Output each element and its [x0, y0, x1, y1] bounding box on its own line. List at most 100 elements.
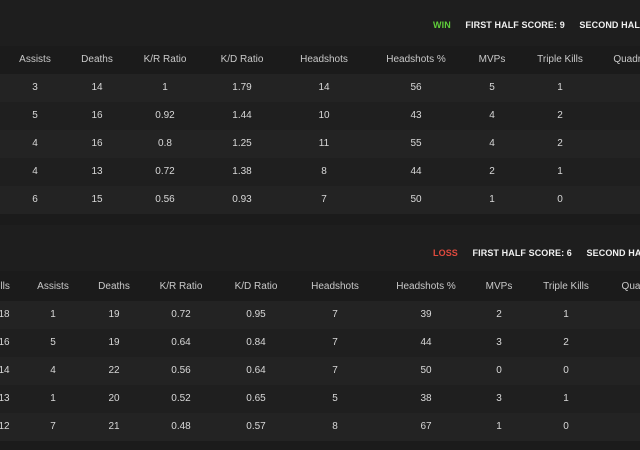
table-row[interactable]: 13 1 20 0.52 0.65 5 38 3 1: [0, 385, 640, 413]
cell-deaths: 19: [108, 309, 120, 320]
col-quadro-kills[interactable]: Qua: [622, 273, 640, 301]
col-headshots-pct[interactable]: Headshots %: [396, 273, 455, 301]
col-deaths[interactable]: Deaths: [98, 273, 130, 301]
col-mvps[interactable]: MVPs: [486, 273, 513, 301]
cell-headshots-pct: 67: [420, 421, 432, 432]
col-kills[interactable]: ills: [0, 273, 10, 301]
cell-mvps: 3: [496, 393, 502, 404]
cell-assists: 4: [32, 138, 38, 149]
table-row[interactable]: 16 5 19 0.64 0.84 7 44 3 2: [0, 329, 640, 357]
cell-headshots: 5: [332, 393, 338, 404]
cell-kills: 14: [0, 365, 10, 376]
col-headshots[interactable]: Headshots: [300, 46, 348, 74]
cell-kr-ratio: 0.52: [171, 393, 191, 404]
cell-mvps: 1: [489, 194, 495, 205]
cell-triple-kills: 1: [563, 393, 569, 404]
cell-kd-ratio: 0.64: [246, 365, 266, 376]
col-kr-ratio[interactable]: K/R Ratio: [160, 273, 203, 301]
cell-kd-ratio: 0.65: [246, 393, 266, 404]
match-result-bar: LOSS FIRST HALF SCORE: 6 SECOND HALF: [433, 248, 640, 258]
match-result-bar: WIN FIRST HALF SCORE: 9 SECOND HALF: [433, 20, 640, 30]
cell-kd-ratio: 0.93: [232, 194, 252, 205]
table-row[interactable]: 5 16 0.92 1.44 10 43 4 2: [0, 102, 640, 130]
cell-kr-ratio: 0.56: [171, 365, 191, 376]
col-assists[interactable]: Assists: [37, 273, 69, 301]
cell-headshots-pct: 43: [410, 110, 422, 121]
team-win-scoreboard: WIN FIRST HALF SCORE: 9 SECOND HALF Assi…: [0, 0, 640, 225]
cell-headshots-pct: 56: [410, 82, 422, 93]
col-headshots-pct[interactable]: Headshots %: [386, 46, 445, 74]
cell-deaths: 21: [108, 421, 120, 432]
team-header: LOSS FIRST HALF SCORE: 6 SECOND HALF: [0, 225, 640, 271]
table-row[interactable]: 4 13 0.72 1.38 8 44 2 1: [0, 158, 640, 186]
second-half-score: SECOND HALF: [586, 248, 640, 258]
cell-assists: 7: [50, 421, 56, 432]
col-triple-kills[interactable]: Triple Kills: [537, 46, 583, 74]
result-badge: WIN: [433, 20, 451, 30]
cell-kr-ratio: 0.56: [155, 194, 175, 205]
cell-kr-ratio: 1: [162, 82, 168, 93]
cell-triple-kills: 2: [557, 138, 563, 149]
first-half-score: FIRST HALF SCORE: 6: [472, 248, 572, 258]
cell-deaths: 20: [108, 393, 120, 404]
cell-headshots-pct: 55: [410, 138, 422, 149]
cell-kills: 13: [0, 393, 10, 404]
cell-headshots-pct: 38: [420, 393, 432, 404]
cell-headshots: 7: [332, 309, 338, 320]
column-header-row: ills Assists Deaths K/R Ratio K/D Ratio …: [0, 273, 640, 302]
cell-kr-ratio: 0.72: [171, 309, 191, 320]
cell-deaths: 16: [91, 110, 103, 121]
cell-deaths: 14: [91, 82, 103, 93]
cell-headshots: 8: [321, 166, 327, 177]
cell-deaths: 13: [91, 166, 103, 177]
col-kd-ratio[interactable]: K/D Ratio: [221, 46, 264, 74]
table-row[interactable]: 12 7 21 0.48 0.57 8 67 1 0: [0, 413, 640, 441]
cell-headshots: 14: [318, 82, 330, 93]
first-half-score: FIRST HALF SCORE: 9: [465, 20, 565, 30]
col-headshots[interactable]: Headshots: [311, 273, 359, 301]
cell-kd-ratio: 0.57: [246, 421, 266, 432]
col-quadro-kills[interactable]: Quadro: [613, 46, 640, 74]
table-row[interactable]: 18 1 19 0.72 0.95 7 39 2 1: [0, 301, 640, 329]
cell-deaths: 22: [108, 365, 120, 376]
cell-kr-ratio: 0.48: [171, 421, 191, 432]
team-loss-scoreboard: LOSS FIRST HALF SCORE: 6 SECOND HALF ill…: [0, 225, 640, 450]
cell-assists: 5: [50, 337, 56, 348]
cell-mvps: 4: [489, 110, 495, 121]
cell-kr-ratio: 0.64: [171, 337, 191, 348]
cell-kr-ratio: 0.92: [155, 110, 175, 121]
cell-triple-kills: 0: [563, 421, 569, 432]
cell-mvps: 3: [496, 337, 502, 348]
cell-triple-kills: 1: [557, 82, 563, 93]
cell-headshots: 11: [318, 138, 330, 149]
result-badge: LOSS: [433, 248, 458, 258]
cell-mvps: 5: [489, 82, 495, 93]
cell-headshots: 8: [332, 421, 338, 432]
col-triple-kills[interactable]: Triple Kills: [543, 273, 589, 301]
table-row[interactable]: 4 16 0.8 1.25 11 55 4 2: [0, 130, 640, 158]
cell-headshots: 10: [318, 110, 330, 121]
col-deaths[interactable]: Deaths: [81, 46, 113, 74]
cell-deaths: 16: [91, 138, 103, 149]
cell-mvps: 1: [496, 421, 502, 432]
cell-assists: 1: [50, 393, 56, 404]
cell-kd-ratio: 0.95: [246, 309, 266, 320]
cell-headshots-pct: 50: [410, 194, 422, 205]
cell-triple-kills: 1: [563, 309, 569, 320]
team-header: WIN FIRST HALF SCORE: 9 SECOND HALF: [0, 0, 640, 46]
cell-assists: 6: [32, 194, 38, 205]
col-assists[interactable]: Assists: [19, 46, 51, 74]
cell-assists: 5: [32, 110, 38, 121]
col-mvps[interactable]: MVPs: [479, 46, 506, 74]
cell-assists: 1: [50, 309, 56, 320]
cell-assists: 3: [32, 82, 38, 93]
col-kr-ratio[interactable]: K/R Ratio: [144, 46, 187, 74]
cell-kd-ratio: 1.79: [232, 82, 252, 93]
second-half-score: SECOND HALF: [579, 20, 640, 30]
table-row[interactable]: 6 15 0.56 0.93 7 50 1 0: [0, 186, 640, 214]
table-row[interactable]: 3 14 1 1.79 14 56 5 1: [0, 74, 640, 102]
col-kd-ratio[interactable]: K/D Ratio: [235, 273, 278, 301]
cell-kr-ratio: 0.8: [158, 138, 172, 149]
cell-assists: 4: [32, 166, 38, 177]
table-row[interactable]: 14 4 22 0.56 0.64 7 50 0 0: [0, 357, 640, 385]
